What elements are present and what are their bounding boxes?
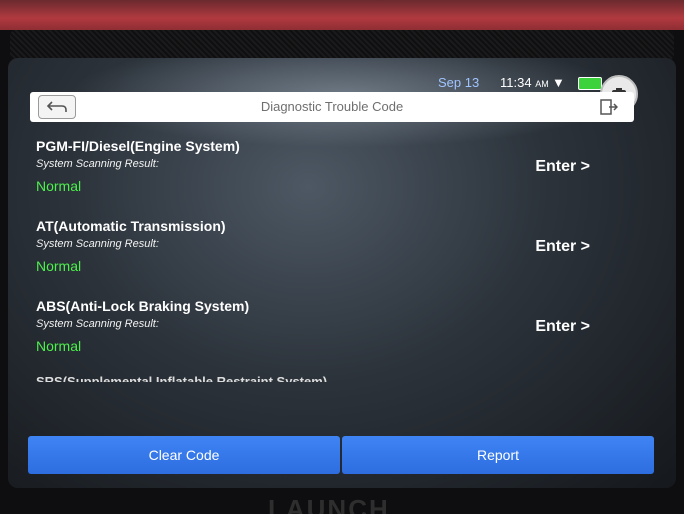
system-item[interactable]: AT(Automatic Transmission) System Scanni… <box>26 212 636 292</box>
system-item[interactable]: PGM-FI/Diesel(Engine System) System Scan… <box>26 132 636 212</box>
exit-icon[interactable] <box>600 98 619 116</box>
system-item[interactable]: ABS(Anti-Lock Braking System) System Sca… <box>26 292 636 372</box>
status-ampm: AM <box>535 79 549 89</box>
brand-logo: LAUNCH <box>268 496 390 514</box>
enter-button[interactable]: Enter > <box>535 238 590 256</box>
title-bar: Diagnostic Trouble Code <box>30 92 634 122</box>
result-value: Normal <box>36 338 82 354</box>
system-name: ABS(Anti-Lock Braking System) <box>36 298 250 314</box>
result-label: System Scanning Result: <box>36 158 159 170</box>
system-name: PGM-FI/Diesel(Engine System) <box>36 138 240 154</box>
battery-icon <box>578 77 602 90</box>
device-housing-top <box>0 0 684 30</box>
action-bar: Clear Code Report <box>28 436 654 474</box>
result-value: Normal <box>36 178 82 194</box>
status-date: Sep 13 <box>438 75 480 90</box>
result-label: System Scanning Result: <box>36 318 159 330</box>
wifi-icon: ▼ <box>552 75 565 90</box>
enter-button[interactable]: Enter > <box>535 158 590 176</box>
system-name: AT(Automatic Transmission) <box>36 218 226 234</box>
system-item-partial[interactable]: SRS(Supplemental Inflatable Restraint Sy… <box>36 372 327 382</box>
report-button[interactable]: Report <box>342 436 654 474</box>
system-list: PGM-FI/Diesel(Engine System) System Scan… <box>26 132 636 372</box>
clear-code-button[interactable]: Clear Code <box>28 436 340 474</box>
page-title: Diagnostic Trouble Code <box>260 99 404 114</box>
status-time: 11:34 AM <box>500 75 549 90</box>
status-time-value: 11:34 <box>500 75 532 90</box>
enter-button[interactable]: Enter > <box>535 318 590 336</box>
result-label: System Scanning Result: <box>36 238 159 250</box>
result-value: Normal <box>36 258 82 274</box>
status-bar: Sep 13 11:34 AM ▼ <box>0 72 668 94</box>
bezel-texture <box>10 30 674 60</box>
